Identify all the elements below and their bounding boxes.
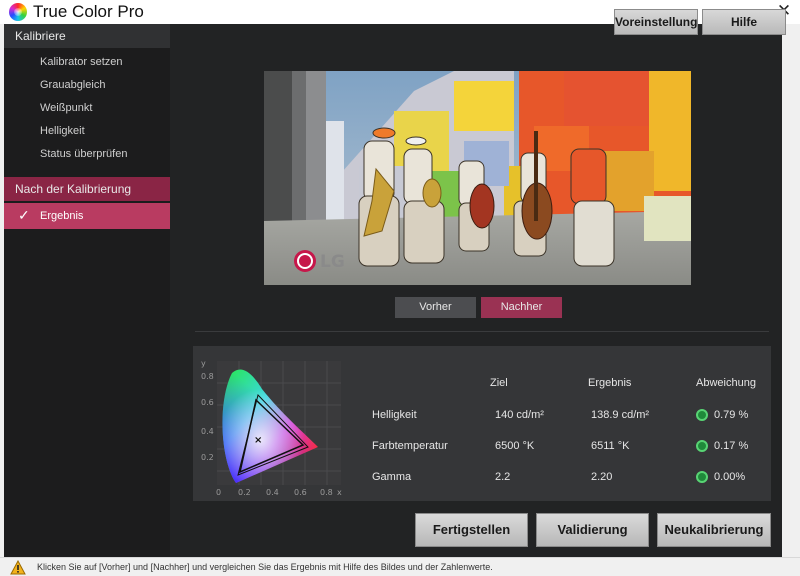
svg-text:×: × [254, 435, 262, 446]
status-ok-icon [696, 440, 708, 452]
warning-icon [10, 560, 26, 575]
app-logo-icon [9, 3, 27, 21]
status-message: Klicken Sie auf [Vorher] und [Nachher] u… [37, 562, 493, 572]
column-header-result: Ergebnis [588, 377, 632, 389]
sidebar: Kalibriere Kalibrator setzen Grauabgleic… [4, 24, 170, 557]
row-label: Helligkeit [372, 409, 417, 421]
sidebar-step-list: Kalibrator setzen Grauabgleich Weißpunkt… [4, 48, 170, 166]
app-title: True Color Pro [33, 2, 144, 21]
target-value: 140 cd/m² [495, 409, 544, 421]
sidebar-section-calibrate: Kalibriere [4, 24, 170, 48]
check-icon: ✓ [18, 207, 30, 223]
gamut-x-tick: 0.8 [320, 488, 333, 497]
color-gamut-chart: × y 0.8 0.6 0.4 0.2 0 0.2 0.4 0.6 0.8 x [196, 355, 346, 499]
row-label: Gamma [372, 471, 412, 483]
status-ok-icon [696, 409, 708, 421]
before-button[interactable]: Vorher [395, 297, 476, 318]
row-label: Farbtemperatur [372, 440, 448, 452]
sidebar-item-ergebnis-label: Ergebnis [40, 210, 84, 222]
target-value: 2.2 [495, 471, 511, 483]
gamut-x-tick: 0 [216, 488, 221, 497]
sidebar-item-status-ueberpruefen[interactable]: Status überprüfen [4, 143, 170, 166]
sidebar-item-ergebnis[interactable]: ✓ Ergebnis [4, 203, 170, 229]
gamut-y-tick: 0.4 [201, 427, 214, 436]
sidebar-item-helligkeit[interactable]: Helligkeit [4, 120, 170, 143]
deviation-value: 0.00% [714, 471, 746, 483]
validate-button[interactable]: Validierung [536, 513, 649, 547]
sidebar-item-kalibrator-setzen[interactable]: Kalibrator setzen [4, 51, 170, 74]
status-ok-icon [696, 471, 708, 483]
preview-image: LG [264, 71, 691, 285]
gamut-y-tick: 0.2 [201, 453, 214, 462]
preset-button[interactable]: Voreinstellung [614, 9, 698, 35]
column-header-deviation: Abweichung [696, 377, 756, 389]
sidebar-section-after-calibration: Nach der Kalibrierung [4, 177, 170, 201]
gamut-y-axis-label: y [201, 359, 206, 368]
result-value: 6511 °K [591, 440, 630, 452]
finish-button[interactable]: Fertigstellen [415, 513, 528, 547]
target-value: 6500 °K [495, 440, 535, 452]
status-bar: Klicken Sie auf [Vorher] und [Nachher] u… [0, 557, 800, 576]
gamut-x-tick: 0.4 [266, 488, 279, 497]
deviation-value: 0.17 % [714, 440, 749, 452]
sidebar-item-grauabgleich[interactable]: Grauabgleich [4, 74, 170, 97]
result-value: 2.20 [591, 471, 613, 483]
after-button[interactable]: Nachher [481, 297, 562, 318]
preview-image-artwork: LG [264, 71, 691, 285]
help-button[interactable]: Hilfe [702, 9, 786, 35]
watermark-text: LG [320, 252, 345, 272]
column-header-target: Ziel [490, 377, 508, 389]
gamut-x-tick: 0.2 [238, 488, 251, 497]
recalibrate-button[interactable]: Neukalibrierung [657, 513, 771, 547]
gamut-y-tick: 0.6 [201, 398, 214, 407]
sidebar-item-weisspunkt[interactable]: Weißpunkt [4, 97, 170, 120]
gamut-x-tick: 0.6 [294, 488, 307, 497]
deviation-value: 0.79 % [714, 409, 749, 421]
result-value: 138.9 cd/m² [591, 409, 650, 421]
section-divider [195, 331, 769, 332]
gamut-y-tick: 0.8 [201, 372, 214, 381]
gamut-x-axis-label: x [337, 488, 342, 497]
